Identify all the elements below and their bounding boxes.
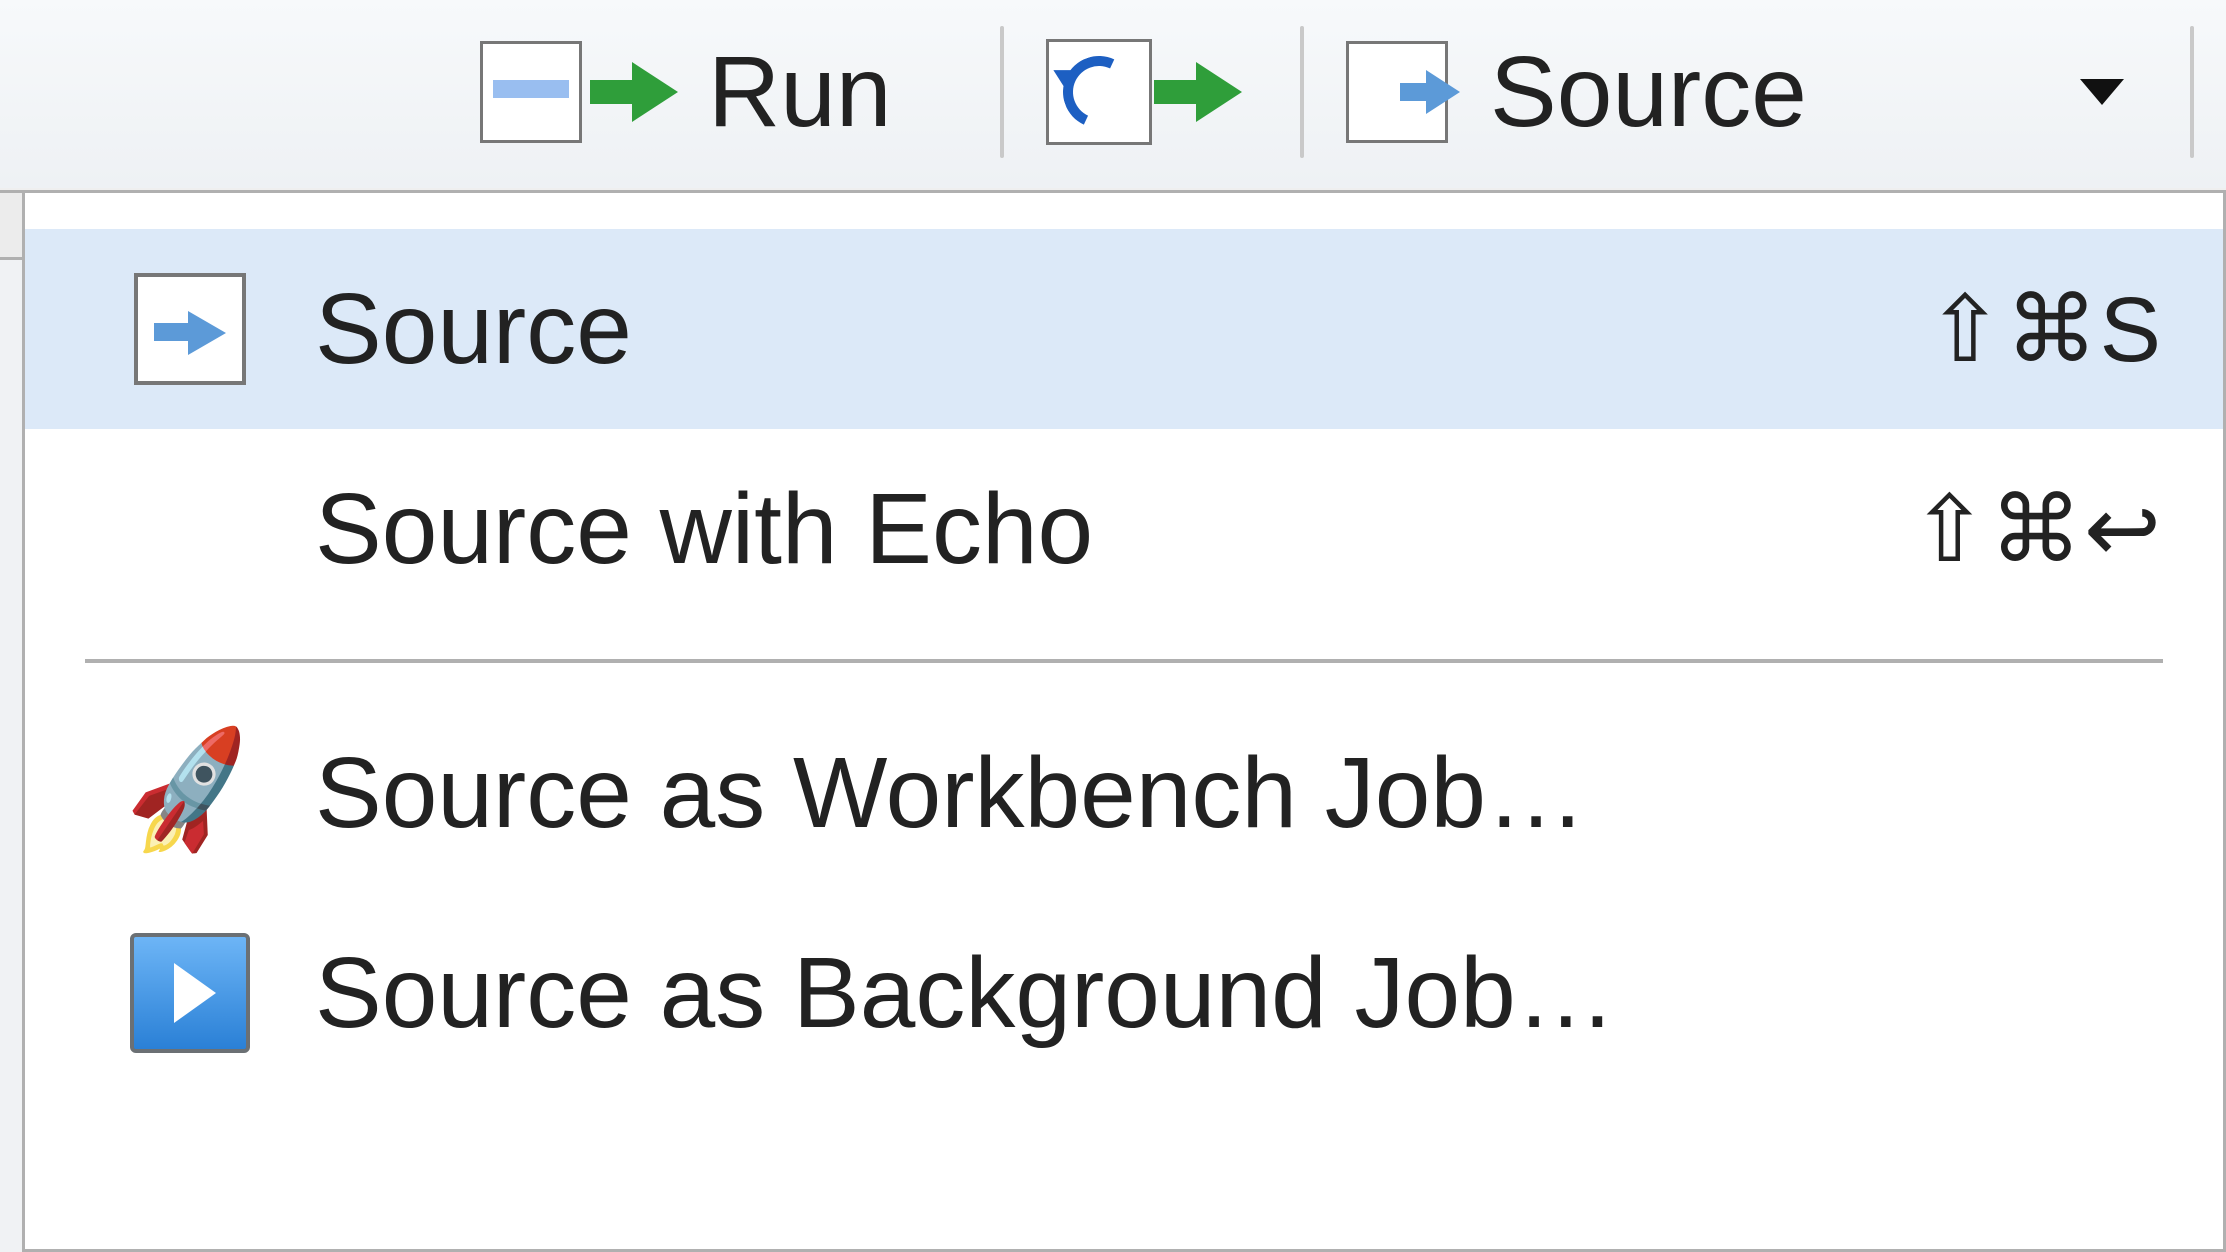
toolbar-separator bbox=[2190, 26, 2194, 158]
menu-item-source-background-job[interactable]: Source as Background Job… bbox=[25, 893, 2223, 1093]
source-dropdown-menu: Source ⇧⌘S Source with Echo ⇧⌘↩ 🚀 Source… bbox=[22, 190, 2226, 1252]
run-button[interactable]: Run bbox=[480, 22, 891, 162]
source-button-label: Source bbox=[1490, 35, 1807, 150]
menu-item-shortcut: ⇧⌘↩ bbox=[1911, 476, 2163, 583]
source-dropdown-caret[interactable] bbox=[2080, 22, 2124, 162]
menu-item-source[interactable]: Source ⇧⌘S bbox=[25, 229, 2223, 429]
menu-item-label: Source as Workbench Job… bbox=[315, 736, 2163, 851]
source-menu-panel: Source ⇧⌘S Source with Echo ⇧⌘↩ 🚀 Source… bbox=[0, 190, 2226, 1252]
rerun-button[interactable] bbox=[1046, 22, 1242, 162]
toolbar-separator bbox=[1300, 26, 1304, 158]
source-button[interactable]: Source bbox=[1346, 22, 1807, 162]
run-button-label: Run bbox=[708, 35, 891, 150]
menu-item-shortcut: ⇧⌘S bbox=[1927, 276, 2163, 383]
undo-arrow-icon bbox=[1053, 46, 1145, 138]
menu-item-source-workbench-job[interactable]: 🚀 Source as Workbench Job… bbox=[25, 693, 2223, 893]
source-toolbar: Run Source bbox=[0, 0, 2226, 190]
menu-item-label: Source with Echo bbox=[315, 472, 1911, 587]
arrow-right-green-icon bbox=[632, 62, 678, 122]
menu-item-source-echo[interactable]: Source with Echo ⇧⌘↩ bbox=[25, 429, 2223, 629]
play-icon bbox=[130, 933, 250, 1053]
rocket-icon: 🚀 bbox=[113, 719, 267, 867]
arrow-right-green-icon bbox=[1196, 62, 1242, 122]
menu-item-label: Source as Background Job… bbox=[315, 936, 2163, 1051]
doc-run-icon bbox=[480, 41, 582, 143]
chevron-down-icon bbox=[2080, 79, 2124, 105]
menu-item-label: Source bbox=[315, 272, 1927, 387]
source-doc-icon bbox=[134, 273, 246, 385]
menu-separator bbox=[85, 659, 2163, 663]
toolbar-separator bbox=[1000, 26, 1004, 158]
arrow-right-blue-icon bbox=[1426, 70, 1460, 114]
